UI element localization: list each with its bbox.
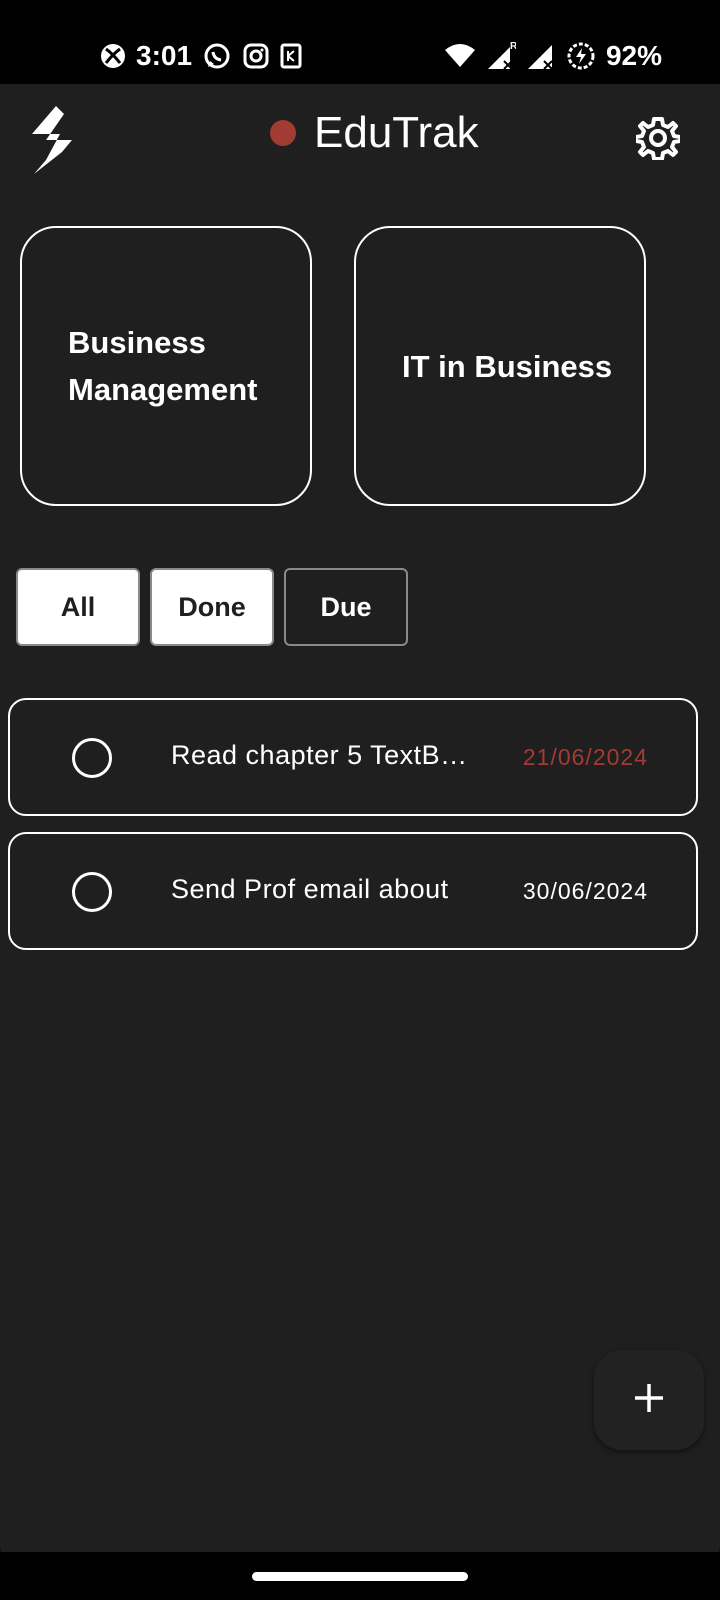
status-right: R 92% — [444, 40, 662, 72]
navigation-bar — [0, 1552, 720, 1600]
title-group: EduTrak — [270, 108, 479, 158]
task-item[interactable]: Send Prof email about 30/06/2024 — [8, 832, 698, 950]
status-time: 3:01 — [136, 40, 193, 71]
signal-r-icon: R — [486, 41, 516, 71]
task-item[interactable]: Read chapter 5 TextBook 21/06/2024 — [8, 698, 698, 816]
home-indicator[interactable] — [252, 1572, 468, 1581]
course-card[interactable]: Business Management — [20, 226, 312, 506]
filter-due-button[interactable]: Due — [284, 568, 408, 646]
task-due-date: 21/06/2024 — [522, 744, 648, 770]
app-screen: EduTrak Business Management IT in Busine… — [0, 84, 720, 1552]
connection-status-dot — [270, 120, 296, 146]
task-checkbox[interactable] — [72, 738, 112, 778]
battery-saver-icon — [566, 41, 596, 71]
keep-icon — [280, 43, 302, 69]
task-title: Send Prof email about — [171, 874, 449, 904]
task-due-date: 30/06/2024 — [522, 878, 648, 904]
whatsapp-icon — [202, 41, 232, 71]
filter-done-button[interactable]: Done — [150, 568, 274, 646]
status-left: 3:01 — [100, 40, 302, 72]
xbox-icon — [100, 43, 126, 69]
signal-icon — [526, 41, 556, 71]
course-card-label: Business Management — [68, 325, 258, 407]
gear-icon[interactable] — [634, 116, 682, 161]
phone-screen: 3:01 R 92% EduTrak Business Management I… — [0, 0, 720, 1600]
app-logo-icon[interactable] — [26, 104, 78, 176]
battery-percent: 92% — [605, 40, 662, 71]
instagram-icon — [242, 42, 270, 70]
app-header: EduTrak — [0, 84, 720, 194]
course-card[interactable]: IT in Business — [354, 226, 646, 506]
filter-all-button[interactable]: All — [16, 568, 140, 646]
task-filter-group: All Done Due — [16, 568, 408, 646]
add-task-button[interactable] — [594, 1350, 704, 1450]
course-card-label: IT in Business — [402, 348, 613, 384]
plus-icon — [633, 1382, 665, 1419]
task-title: Read chapter 5 TextBook — [171, 740, 471, 770]
app-title: EduTrak — [314, 108, 479, 157]
wifi-icon — [444, 43, 476, 69]
status-bar: 3:01 R 92% — [0, 0, 720, 84]
svg-text:R: R — [510, 41, 516, 52]
task-checkbox[interactable] — [72, 872, 112, 912]
